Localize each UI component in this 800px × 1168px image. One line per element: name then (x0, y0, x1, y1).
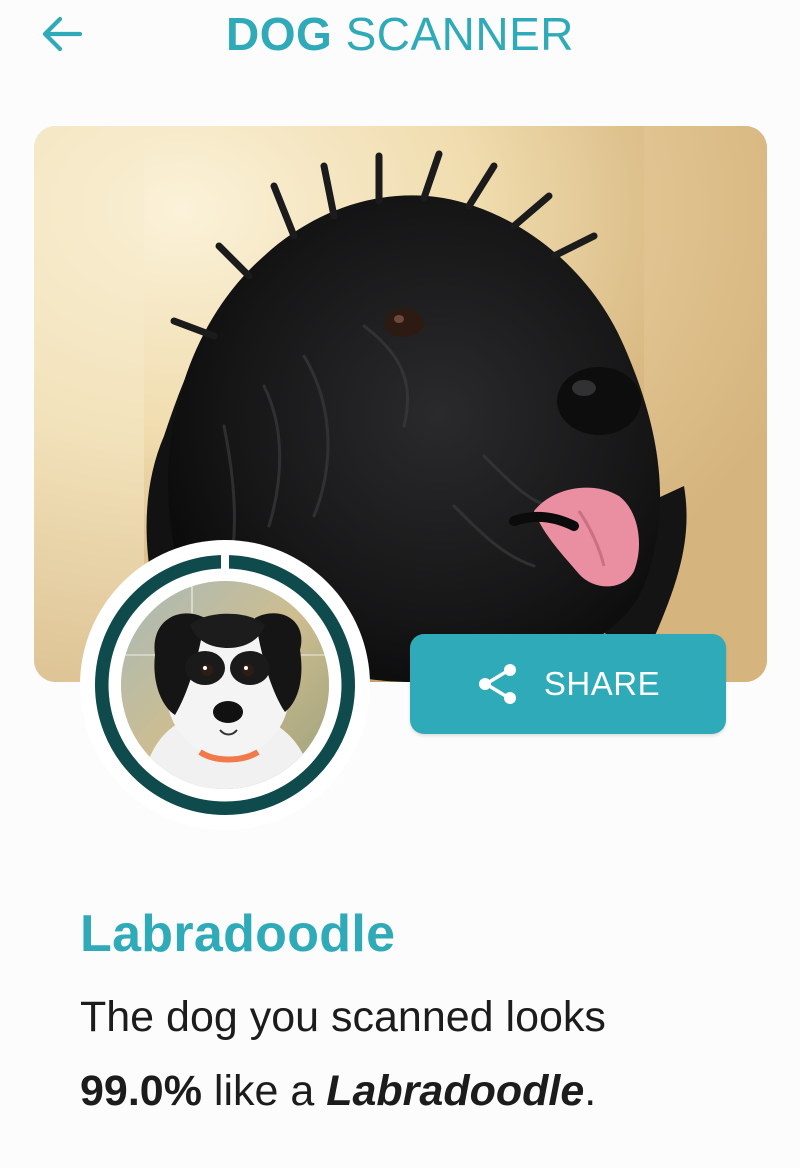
breed-inline: Labradoodle (326, 1067, 585, 1115)
share-icon (478, 664, 516, 704)
share-label: SHARE (543, 665, 661, 702)
app-title: DOG SCANNER (0, 6, 800, 62)
share-button[interactable]: SHARE (410, 634, 726, 734)
scanned-dog-thumbnail (80, 540, 370, 830)
breed-name: Labradoodle (80, 905, 396, 963)
title-bold: DOG (226, 8, 333, 60)
description-line-2: 99.0% like a Labradoodle. (80, 1054, 760, 1128)
dog-scanner-screen: DOG SCANNER SHARE Labradoodle The dog yo… (0, 0, 800, 1168)
result-description: The dog you scanned looks 99.0% like a L… (80, 980, 760, 1128)
match-percent: 99.0% (80, 1067, 202, 1115)
title-light: SCANNER (345, 8, 574, 60)
period: . (584, 1067, 597, 1115)
description-line-1: The dog you scanned looks (80, 993, 606, 1041)
like-text: like a (201, 1067, 327, 1115)
